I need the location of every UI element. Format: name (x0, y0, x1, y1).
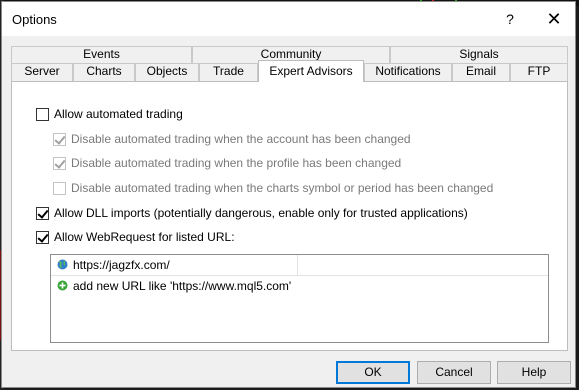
allow-dll-imports-checkbox[interactable] (36, 206, 49, 220)
tab-server[interactable]: Server (11, 63, 73, 81)
url-list-item[interactable]: https://jagzfx.com/ (51, 255, 548, 276)
add-new-url-row[interactable]: add new URL like 'https://www.mql5.com' (51, 276, 548, 297)
disable-on-account-change-label: Disable automated trading when the accou… (71, 132, 411, 146)
tab-trade[interactable]: Trade (199, 63, 258, 81)
add-new-url-text[interactable]: add new URL like 'https://www.mql5.com' (73, 279, 291, 293)
tab-notifications[interactable]: Notifications (364, 63, 452, 81)
allow-dll-imports-row[interactable]: Allow DLL imports (potentially dangerous… (36, 205, 468, 221)
tab-email[interactable]: Email (452, 63, 510, 81)
allow-automated-trading-label[interactable]: Allow automated trading (54, 107, 183, 121)
dialog-title: Options (12, 12, 57, 27)
disable-on-profile-change-label: Disable automated trading when the profi… (71, 156, 402, 170)
add-plus-icon (57, 280, 68, 291)
disable-on-account-change-checkbox (53, 132, 66, 146)
column-divider (297, 255, 298, 276)
allow-automated-trading-row[interactable]: Allow automated trading (36, 106, 183, 122)
tab-ftp[interactable]: FTP (510, 63, 568, 81)
allow-automated-trading-checkbox[interactable] (36, 107, 49, 121)
allow-dll-imports-label[interactable]: Allow DLL imports (potentially dangerous… (54, 206, 468, 220)
close-icon[interactable]: ✕ (540, 9, 568, 29)
checkmark-icon (37, 206, 49, 219)
tab-objects[interactable]: Objects (135, 63, 199, 81)
allow-webrequest-checkbox[interactable] (36, 230, 49, 244)
checkmark-icon (37, 230, 49, 243)
tab-charts[interactable]: Charts (73, 63, 135, 81)
disable-on-profile-change-checkbox (53, 156, 66, 170)
disable-on-symbol-change-row: Disable automated trading when the chart… (53, 180, 493, 196)
disable-on-symbol-change-label: Disable automated trading when the chart… (71, 181, 494, 195)
tab-signals[interactable]: Signals (390, 46, 568, 63)
ok-button[interactable]: OK (336, 361, 410, 384)
allow-webrequest-row[interactable]: Allow WebRequest for listed URL: (36, 229, 235, 245)
title-bar[interactable]: Options ? ✕ (2, 2, 575, 36)
help-question-icon[interactable]: ? (498, 9, 522, 29)
url-list-item-text[interactable]: https://jagzfx.com/ (73, 258, 170, 272)
allow-webrequest-label[interactable]: Allow WebRequest for listed URL: (54, 230, 235, 244)
tab-expert-advisors[interactable]: Expert Advisors (258, 60, 364, 82)
checkmark-icon (54, 132, 66, 145)
disable-on-symbol-change-checkbox (53, 181, 66, 195)
url-list[interactable]: https://jagzfx.com/ add new URL like 'ht… (50, 254, 549, 343)
globe-icon (57, 259, 68, 270)
checkmark-icon (54, 156, 66, 169)
cancel-button[interactable]: Cancel (417, 361, 491, 384)
tab-events[interactable]: Events (11, 46, 192, 63)
options-dialog: Options ? ✕ Events Community Signals Ser… (1, 1, 576, 388)
disable-on-profile-change-row: Disable automated trading when the profi… (53, 155, 401, 171)
help-button[interactable]: Help (497, 361, 571, 384)
disable-on-account-change-row: Disable automated trading when the accou… (53, 131, 411, 147)
